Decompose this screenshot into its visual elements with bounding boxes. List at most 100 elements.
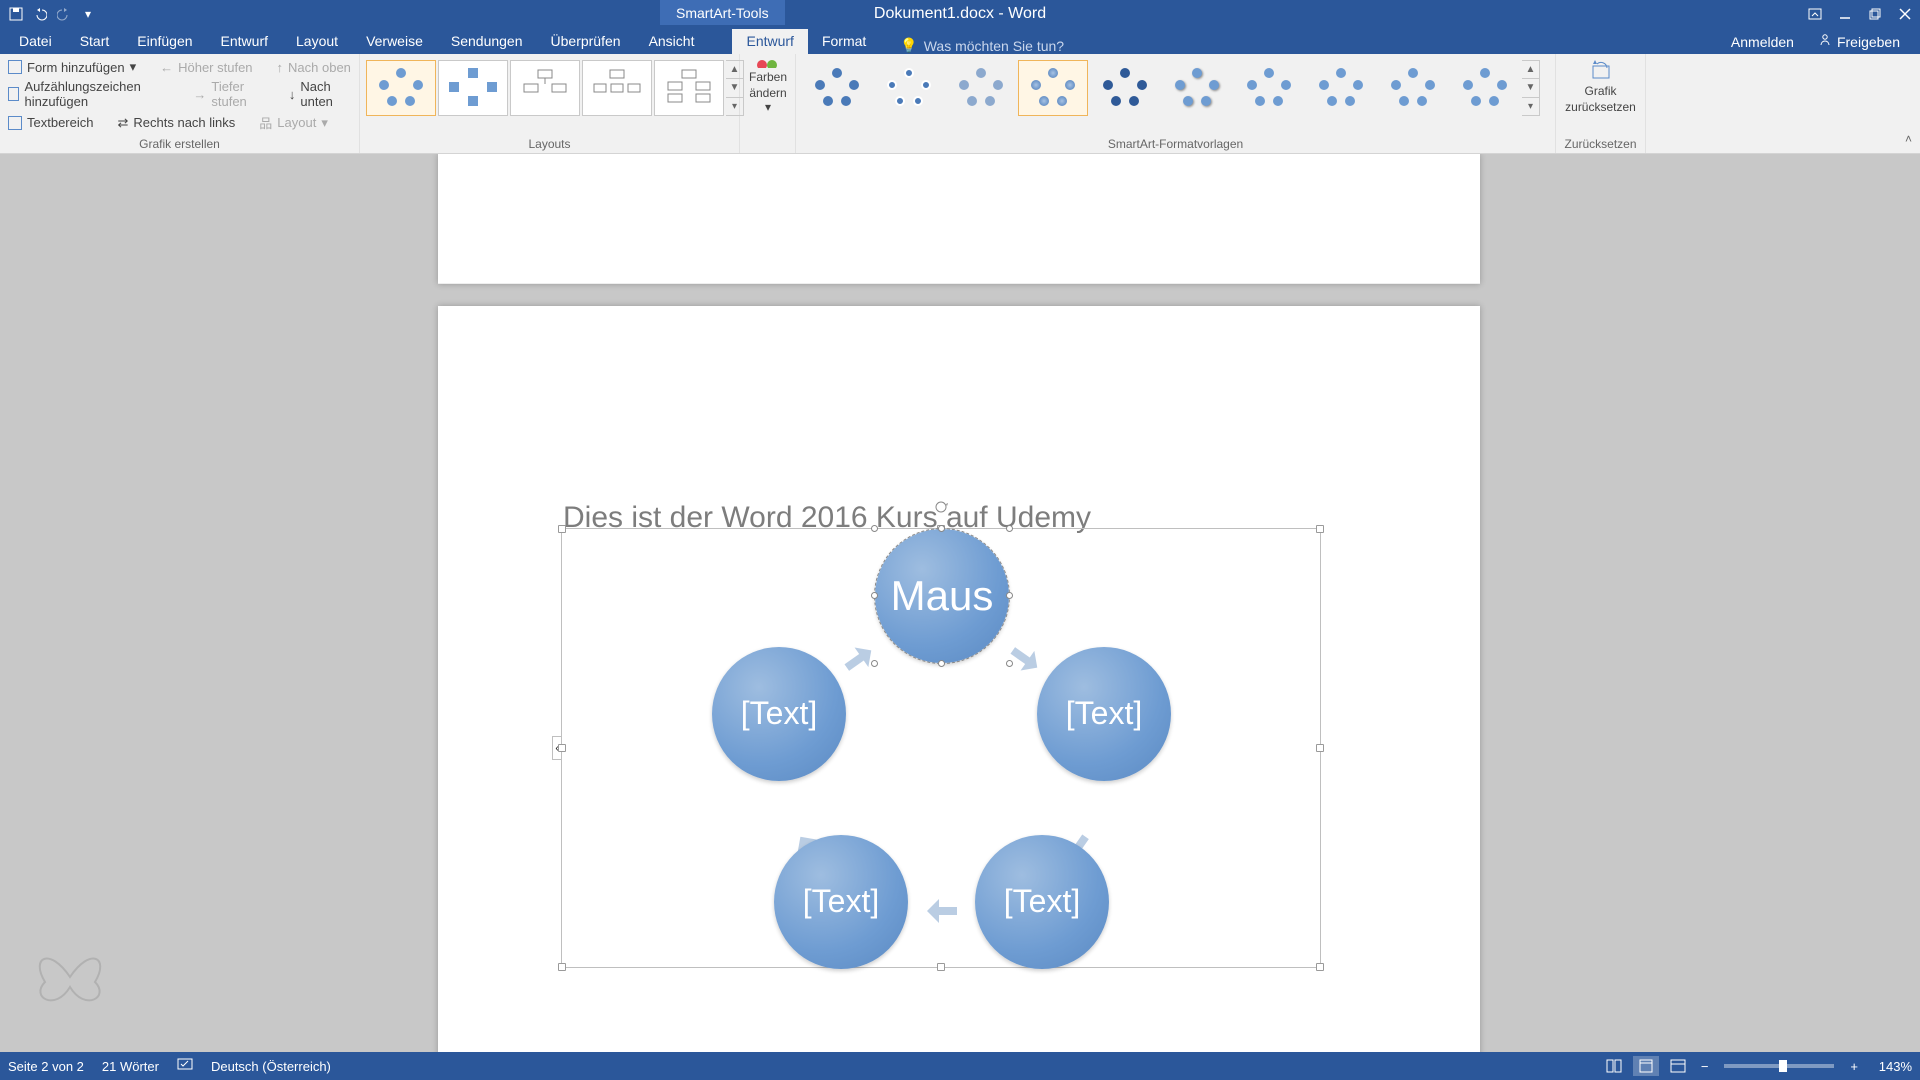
- tab-ansicht[interactable]: Ansicht: [635, 29, 709, 54]
- page-2[interactable]: Dies ist der Word 2016 Kurs auf Udemy ‹ …: [438, 306, 1480, 1052]
- save-icon[interactable]: [8, 6, 24, 22]
- share-button[interactable]: Freigeben: [1808, 29, 1910, 54]
- cycle-arrow: [1006, 641, 1044, 678]
- tab-einfuegen[interactable]: Einfügen: [123, 29, 206, 54]
- page-indicator[interactable]: Seite 2 von 2: [8, 1059, 84, 1074]
- style-gallery-item-8[interactable]: [1306, 60, 1376, 116]
- smartart-frame[interactable]: ‹ Maus: [561, 528, 1321, 968]
- smartart-node-left[interactable]: [Text]: [712, 647, 846, 781]
- zoom-out-button[interactable]: −: [1697, 1059, 1713, 1074]
- tell-me-search[interactable]: 💡 Was möchten Sie tun?: [880, 37, 1064, 54]
- sign-in-link[interactable]: Anmelden: [1721, 30, 1804, 54]
- tab-ueberpruefen[interactable]: Überprüfen: [537, 29, 635, 54]
- form-hinzufuegen-button[interactable]: Form hinzufügen ▾: [6, 58, 138, 76]
- ribbon-tab-strip: Datei Start Einfügen Entwurf Layout Verw…: [0, 27, 1920, 54]
- color-palette-icon: [754, 58, 782, 68]
- tab-datei[interactable]: Datei: [5, 29, 66, 54]
- undo-icon[interactable]: [32, 6, 48, 22]
- zoom-level[interactable]: 143%: [1868, 1059, 1912, 1074]
- layout-gallery-item-3[interactable]: [510, 60, 580, 116]
- layout-gallery-item-1[interactable]: [366, 60, 436, 116]
- status-bar: Seite 2 von 2 21 Wörter Deutsch (Österre…: [0, 1052, 1920, 1080]
- style-gallery-item-7[interactable]: [1234, 60, 1304, 116]
- grafik-zuruecksetzen-button[interactable]: Grafik zurücksetzen: [1562, 58, 1639, 114]
- style-gallery-item-3[interactable]: [946, 60, 1016, 116]
- style-gallery-item-9[interactable]: [1378, 60, 1448, 116]
- node-handle[interactable]: [938, 660, 945, 667]
- tiefer-stufen-button[interactable]: → Tiefer stufen: [191, 78, 267, 110]
- resize-handle[interactable]: [1316, 525, 1324, 533]
- style-gallery-item-2[interactable]: [874, 60, 944, 116]
- textbereich-button[interactable]: Textbereich: [6, 112, 95, 133]
- redo-icon[interactable]: [56, 6, 72, 22]
- page-1-bottom[interactable]: [438, 154, 1480, 284]
- quick-access-toolbar: ▾: [0, 6, 104, 22]
- resize-handle[interactable]: [558, 744, 566, 752]
- window-controls: [1800, 0, 1920, 27]
- collapse-ribbon-icon[interactable]: ˄: [1905, 132, 1912, 146]
- minimize-icon[interactable]: [1830, 0, 1860, 27]
- resize-handle[interactable]: [1316, 963, 1324, 971]
- node-handle[interactable]: [871, 525, 878, 532]
- style-gallery-item-5[interactable]: [1090, 60, 1160, 116]
- tab-smartart-format[interactable]: Format: [808, 29, 880, 54]
- farben-aendern-button[interactable]: Farben ändern ▾: [746, 58, 790, 114]
- word-count[interactable]: 21 Wörter: [102, 1059, 159, 1074]
- aufzaehlung-hinzufuegen-button[interactable]: Aufzählungszeichen hinzufügen: [6, 78, 171, 110]
- smartart-node-top[interactable]: Maus: [875, 529, 1009, 663]
- rechts-nach-links-button[interactable]: ⇄ Rechts nach links: [115, 112, 237, 133]
- maximize-icon[interactable]: [1860, 0, 1890, 27]
- qat-customize-icon[interactable]: ▾: [80, 6, 96, 22]
- proofing-icon[interactable]: [177, 1058, 193, 1075]
- language-indicator[interactable]: Deutsch (Österreich): [211, 1059, 331, 1074]
- tab-verweise[interactable]: Verweise: [352, 29, 437, 54]
- styles-scroll-down-icon[interactable]: ▼: [1522, 78, 1539, 96]
- tab-layout[interactable]: Layout: [282, 29, 352, 54]
- tab-smartart-entwurf[interactable]: Entwurf: [732, 29, 807, 54]
- rotate-handle-icon[interactable]: [933, 499, 949, 515]
- tab-entwurf[interactable]: Entwurf: [207, 29, 282, 54]
- close-icon[interactable]: [1890, 0, 1920, 27]
- style-gallery-item-1[interactable]: [802, 60, 872, 116]
- cycle-arrow: [840, 641, 878, 678]
- tab-sendungen[interactable]: Sendungen: [437, 29, 537, 54]
- styles-scroll-up-icon[interactable]: ▲: [1522, 61, 1539, 78]
- nach-oben-button[interactable]: ↑ Nach oben: [275, 58, 353, 76]
- zoom-slider[interactable]: [1724, 1064, 1834, 1068]
- smartart-node-bottom-right[interactable]: [Text]: [975, 835, 1109, 969]
- web-layout-icon[interactable]: [1665, 1056, 1691, 1076]
- styles-more-icon[interactable]: ▾: [1522, 97, 1539, 115]
- smartart-node-bottom-left[interactable]: [Text]: [774, 835, 908, 969]
- ribbon-options-icon[interactable]: [1800, 0, 1830, 27]
- node-handle[interactable]: [1006, 660, 1013, 667]
- smartart-node-right[interactable]: [Text]: [1037, 647, 1171, 781]
- style-gallery-item-4[interactable]: [1018, 60, 1088, 116]
- resize-handle[interactable]: [558, 963, 566, 971]
- read-mode-icon[interactable]: [1601, 1056, 1627, 1076]
- hoeher-stufen-button[interactable]: ← Höher stufen: [158, 58, 254, 76]
- nach-unten-button[interactable]: ↓ Nach unten: [287, 78, 353, 110]
- resize-handle[interactable]: [937, 963, 945, 971]
- node-handle[interactable]: [1006, 525, 1013, 532]
- resize-handle[interactable]: [558, 525, 566, 533]
- layout-gallery-item-2[interactable]: [438, 60, 508, 116]
- node-text[interactable]: Maus: [887, 570, 998, 622]
- tab-start[interactable]: Start: [66, 29, 124, 54]
- layout-gallery-item-4[interactable]: [582, 60, 652, 116]
- style-gallery-item-6[interactable]: [1162, 60, 1232, 116]
- node-handle[interactable]: [938, 525, 945, 532]
- layout-gallery-item-5[interactable]: [654, 60, 724, 116]
- zoom-in-button[interactable]: +: [1846, 1059, 1862, 1074]
- node-handle[interactable]: [871, 592, 878, 599]
- group-reset: Grafik zurücksetzen Zurücksetzen: [1556, 54, 1646, 153]
- layout-dropdown-button[interactable]: 品 Layout ▾: [257, 112, 330, 133]
- document-canvas[interactable]: Dies ist der Word 2016 Kurs auf Udemy ‹ …: [0, 154, 1920, 1052]
- print-layout-icon[interactable]: [1633, 1056, 1659, 1076]
- node-handle[interactable]: [1006, 592, 1013, 599]
- zoom-slider-thumb[interactable]: [1779, 1060, 1787, 1072]
- style-gallery-item-10[interactable]: [1450, 60, 1520, 116]
- styles-gallery-expand: ▲ ▼ ▾: [1522, 60, 1540, 116]
- resize-handle[interactable]: [1316, 744, 1324, 752]
- group-colors: Farben ändern ▾: [740, 54, 796, 153]
- node-handle[interactable]: [871, 660, 878, 667]
